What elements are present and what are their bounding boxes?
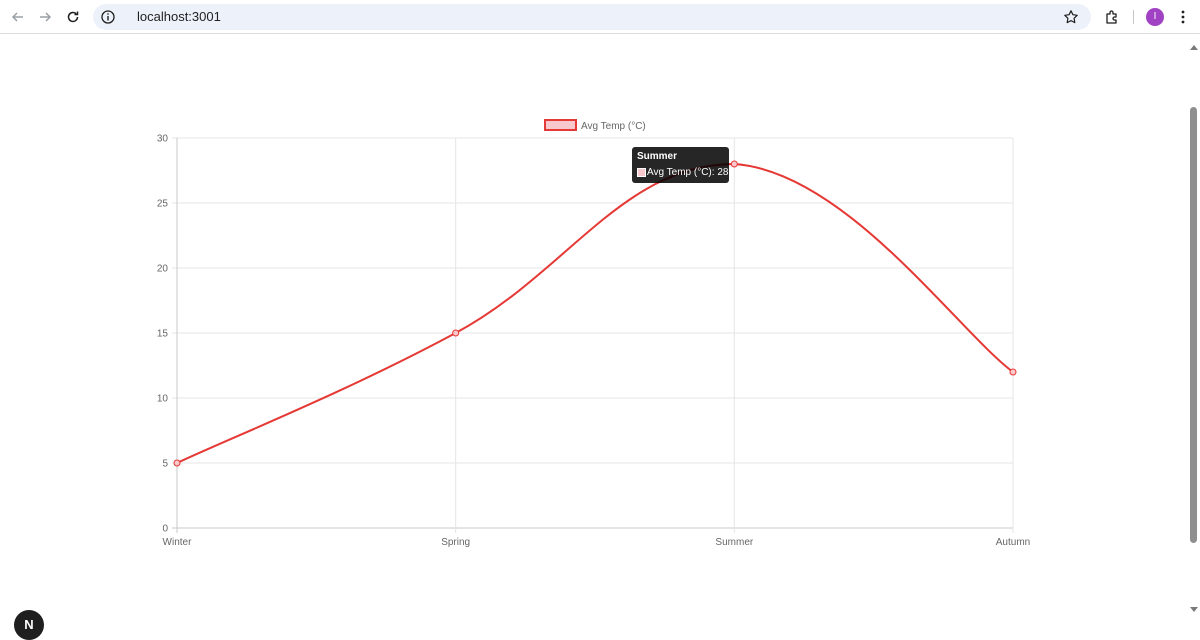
data-point-winter xyxy=(173,459,181,467)
browser-toolbar: localhost:3001 I xyxy=(0,0,1200,34)
data-point-spring xyxy=(452,329,460,337)
back-arrow-icon[interactable] xyxy=(6,5,30,29)
data-point-autumn xyxy=(1009,368,1017,376)
data-point-summer xyxy=(730,160,738,168)
forward-arrow-icon[interactable] xyxy=(33,5,57,29)
nextjs-dev-badge[interactable]: N xyxy=(14,610,44,640)
tooltip-title: Summer xyxy=(637,151,678,162)
chart-legend[interactable]: Avg Temp (°C) xyxy=(544,119,646,132)
scroll-down-icon[interactable] xyxy=(1190,607,1198,613)
legend-label[interactable]: Avg Temp (°C) xyxy=(581,121,646,132)
scroll-thumb[interactable] xyxy=(1190,107,1197,543)
tooltip-value: Avg Temp (°C): 28 xyxy=(647,167,729,178)
extensions-icon[interactable] xyxy=(1100,5,1124,29)
avatar[interactable]: I xyxy=(1146,8,1164,26)
bookmark-star-icon[interactable] xyxy=(1063,9,1079,30)
y-tick-label: 10 xyxy=(157,394,169,405)
series-line xyxy=(176,162,1014,464)
menu-dots-icon[interactable] xyxy=(1171,5,1195,29)
legend-swatch[interactable] xyxy=(544,119,577,131)
scroll-up-icon[interactable] xyxy=(1190,44,1198,50)
chart-grid xyxy=(172,137,1014,533)
chart-tooltip: Summer Avg Temp (°C): 28 xyxy=(632,147,729,183)
toolbar-separator xyxy=(1133,10,1134,24)
y-tick-label: 0 xyxy=(162,524,168,535)
scrollbar[interactable] xyxy=(1188,35,1200,619)
y-tick-label: 5 xyxy=(162,459,168,470)
site-info-icon[interactable] xyxy=(100,9,116,30)
chart-series xyxy=(173,160,1017,467)
y-tick-label: 20 xyxy=(157,264,169,275)
chart-axes: 0 5 10 15 20 25 30 Winter Spring Summer Autumn xyxy=(157,134,1030,549)
tooltip-color-swatch xyxy=(637,168,646,177)
x-tick-label: Winter xyxy=(163,537,193,548)
x-tick-label: Summer xyxy=(715,537,753,548)
address-bar[interactable]: localhost:3001 xyxy=(93,4,1091,30)
line-chart: 0 5 10 15 20 25 30 Winter Spring Summer Autumn Avg… xyxy=(157,119,1030,549)
x-tick-label: Spring xyxy=(441,537,470,548)
y-tick-label: 30 xyxy=(157,134,169,145)
page-content: 0 5 10 15 20 25 30 Winter Spring Summer Autumn Avg… xyxy=(0,35,1188,640)
x-tick-label: Autumn xyxy=(996,537,1030,548)
y-tick-label: 15 xyxy=(157,329,169,340)
reload-icon[interactable] xyxy=(61,5,85,29)
y-tick-label: 25 xyxy=(157,199,169,210)
url-text[interactable]: localhost:3001 xyxy=(137,9,221,24)
